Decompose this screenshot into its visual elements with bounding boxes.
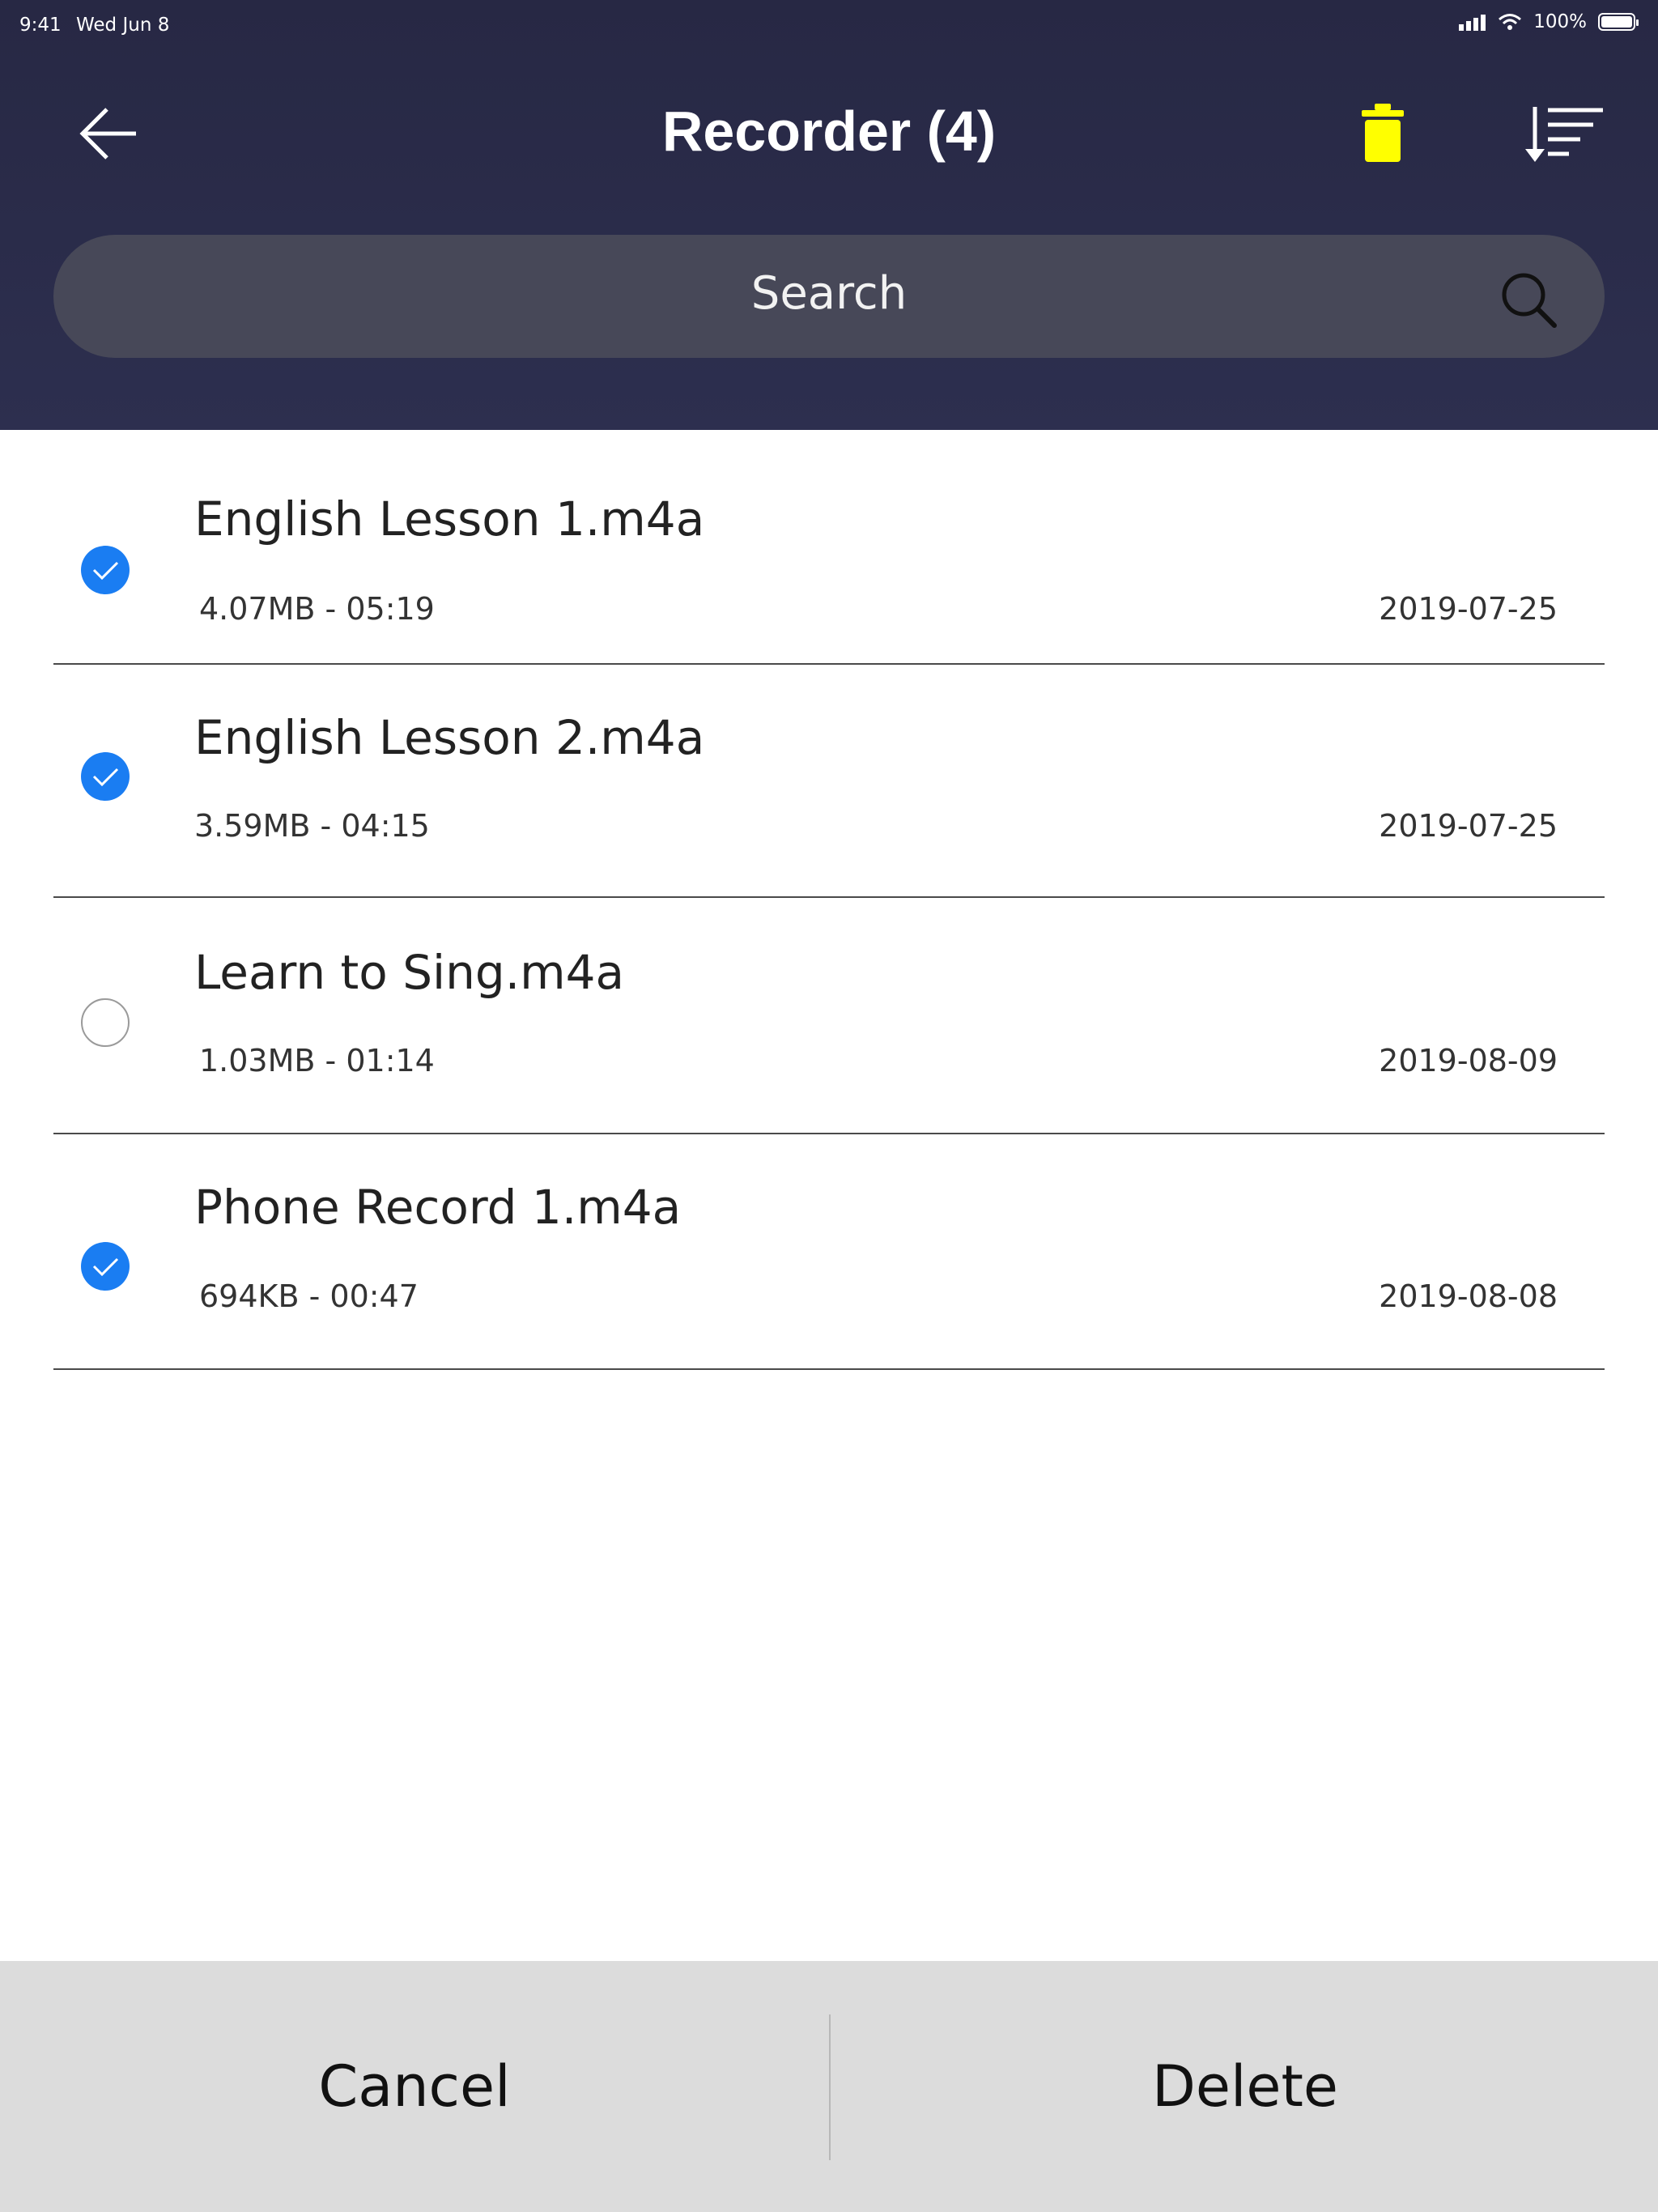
sort-icon [1525,107,1603,162]
status-time: 9:41 [19,15,62,36]
delete-button[interactable]: Delete [831,1961,1658,2212]
battery-percentage: 100% [1533,11,1587,32]
signal-icon [1459,15,1486,31]
cancel-button[interactable]: Cancel [0,1961,829,2212]
recording-row[interactable]: Phone Record 1.m4a 694KB - 00:47 2019-08… [53,1134,1605,1370]
recording-meta: 1.03MB - 01:14 [199,1043,435,1078]
delete-mode-button[interactable] [1360,102,1405,164]
checkbox-checked[interactable] [81,1242,130,1291]
recording-name: English Lesson 1.m4a [194,491,705,547]
checkbox-checked[interactable] [81,546,130,594]
search-icon[interactable] [1498,269,1559,330]
status-indicators: 100% [1459,11,1639,32]
recording-date: 2019-08-09 [1379,1043,1558,1078]
status-date: Wed Jun 8 [76,15,170,36]
checkmark-icon [92,1257,119,1277]
trash-icon [1362,104,1404,162]
app-header: 9:41 Wed Jun 8 100% Recorder (4) Search [0,0,1658,430]
recording-meta: 694KB - 00:47 [199,1278,419,1314]
search-bar[interactable]: Search [53,235,1605,358]
recording-meta: 3.59MB - 04:15 [194,808,430,844]
page-title: Recorder (4) [661,100,997,163]
recording-row[interactable]: English Lesson 2.m4a 3.59MB - 04:15 2019… [53,665,1605,898]
recording-name: English Lesson 2.m4a [194,710,705,765]
recording-name: Learn to Sing.m4a [194,945,625,1000]
recording-meta: 4.07MB - 05:19 [199,591,435,627]
battery-icon [1598,13,1639,31]
action-bar: Cancel Delete [0,1961,1658,2212]
checkbox-unchecked[interactable] [81,998,130,1047]
checkmark-icon [92,768,119,787]
wifi-icon [1499,14,1522,30]
status-bar: 9:41 Wed Jun 8 100% [0,0,1658,49]
recording-name: Phone Record 1.m4a [194,1180,682,1235]
checkmark-icon [92,561,119,581]
checkbox-checked[interactable] [81,752,130,801]
recording-date: 2019-08-08 [1379,1278,1558,1314]
sort-button[interactable] [1522,104,1606,164]
recording-date: 2019-07-25 [1379,808,1558,844]
search-input[interactable]: Search [53,267,1605,320]
recording-row[interactable]: English Lesson 1.m4a 4.07MB - 05:19 2019… [53,430,1605,665]
recording-date: 2019-07-25 [1379,591,1558,627]
recording-row[interactable]: Learn to Sing.m4a 1.03MB - 01:14 2019-08… [53,898,1605,1134]
